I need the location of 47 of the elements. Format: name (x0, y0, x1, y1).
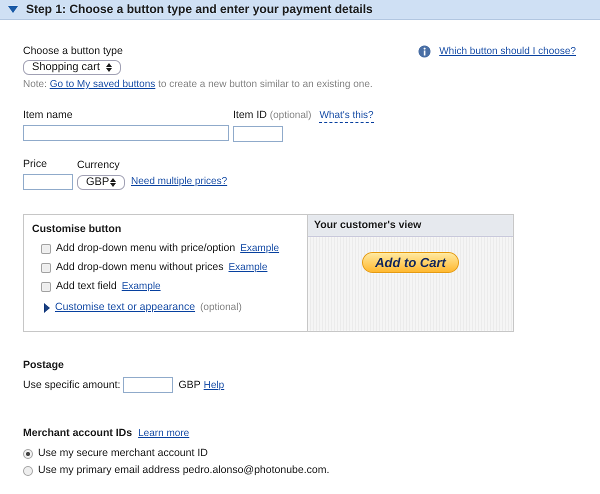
panel-title: Customise button (32, 223, 122, 236)
section-title: Postage (23, 359, 65, 372)
help-link[interactable]: Help (204, 378, 224, 392)
checkbox[interactable] (41, 244, 51, 254)
customise-link[interactable]: Customise text or appearance (55, 301, 196, 314)
checkbox[interactable] (41, 262, 51, 272)
preview-header: Your customer's view (308, 215, 513, 237)
example-link[interactable]: Example (122, 280, 161, 293)
checkbox[interactable] (41, 282, 51, 292)
info-icon (418, 45, 432, 58)
field-label: Item ID (optional) (233, 109, 312, 122)
radio-label: Use my primary email address pedro.alonso@photonube.com. (38, 464, 330, 477)
expand-caret-icon[interactable] (44, 302, 50, 312)
saved-buttons-link[interactable]: Go to My saved buttons (50, 79, 156, 90)
up-down-caret-icon (110, 178, 116, 187)
price-field[interactable] (23, 174, 73, 190)
postage-amount-field[interactable] (123, 377, 174, 393)
learn-more-link[interactable]: Learn more (138, 427, 190, 440)
step-title: Step 1: Choose a button type and enter your payment details (26, 3, 373, 16)
field-label: Currency (77, 159, 121, 172)
option-label: Add text field (56, 280, 117, 293)
optional-hint: (optional) (200, 301, 242, 314)
currency-label: GBP (178, 378, 201, 392)
field-label: Use specific amount: (23, 378, 120, 392)
section-title: Merchant account IDs (23, 427, 132, 440)
radio-button[interactable] (23, 466, 33, 476)
field-label: Item name (23, 109, 74, 122)
field-label: Price (23, 158, 48, 171)
option-label: Add drop-down menu with price/option (56, 242, 236, 255)
multiple-prices-link[interactable]: Need multiple prices? (131, 175, 228, 188)
option-label: Add drop-down menu without prices (56, 261, 224, 274)
currency-select[interactable]: GBP (77, 175, 125, 190)
note-text: Note: Go to My saved buttons to create a new button similar to an existing one. (23, 78, 374, 91)
caret-icon[interactable] (8, 6, 18, 14)
up-down-caret-icon (106, 63, 112, 72)
item-name-field[interactable] (23, 125, 229, 141)
add-to-cart-button[interactable]: Add to Cart (362, 252, 459, 273)
step-header[interactable]: Step 1: Choose a button type and enter your payment details (0, 0, 600, 20)
radio-button[interactable] (23, 448, 33, 458)
field-label: Choose a button type (23, 45, 123, 58)
help-link[interactable]: Which button should I choose? (439, 45, 576, 58)
whats-this-link[interactable]: What's this? (319, 109, 374, 123)
item-id-field[interactable] (233, 126, 283, 142)
example-link[interactable]: Example (228, 261, 268, 274)
button-type-select[interactable]: Shopping cart (23, 60, 121, 75)
radio-label: Use my secure merchant account ID (38, 447, 208, 460)
example-link[interactable]: Example (240, 242, 280, 255)
